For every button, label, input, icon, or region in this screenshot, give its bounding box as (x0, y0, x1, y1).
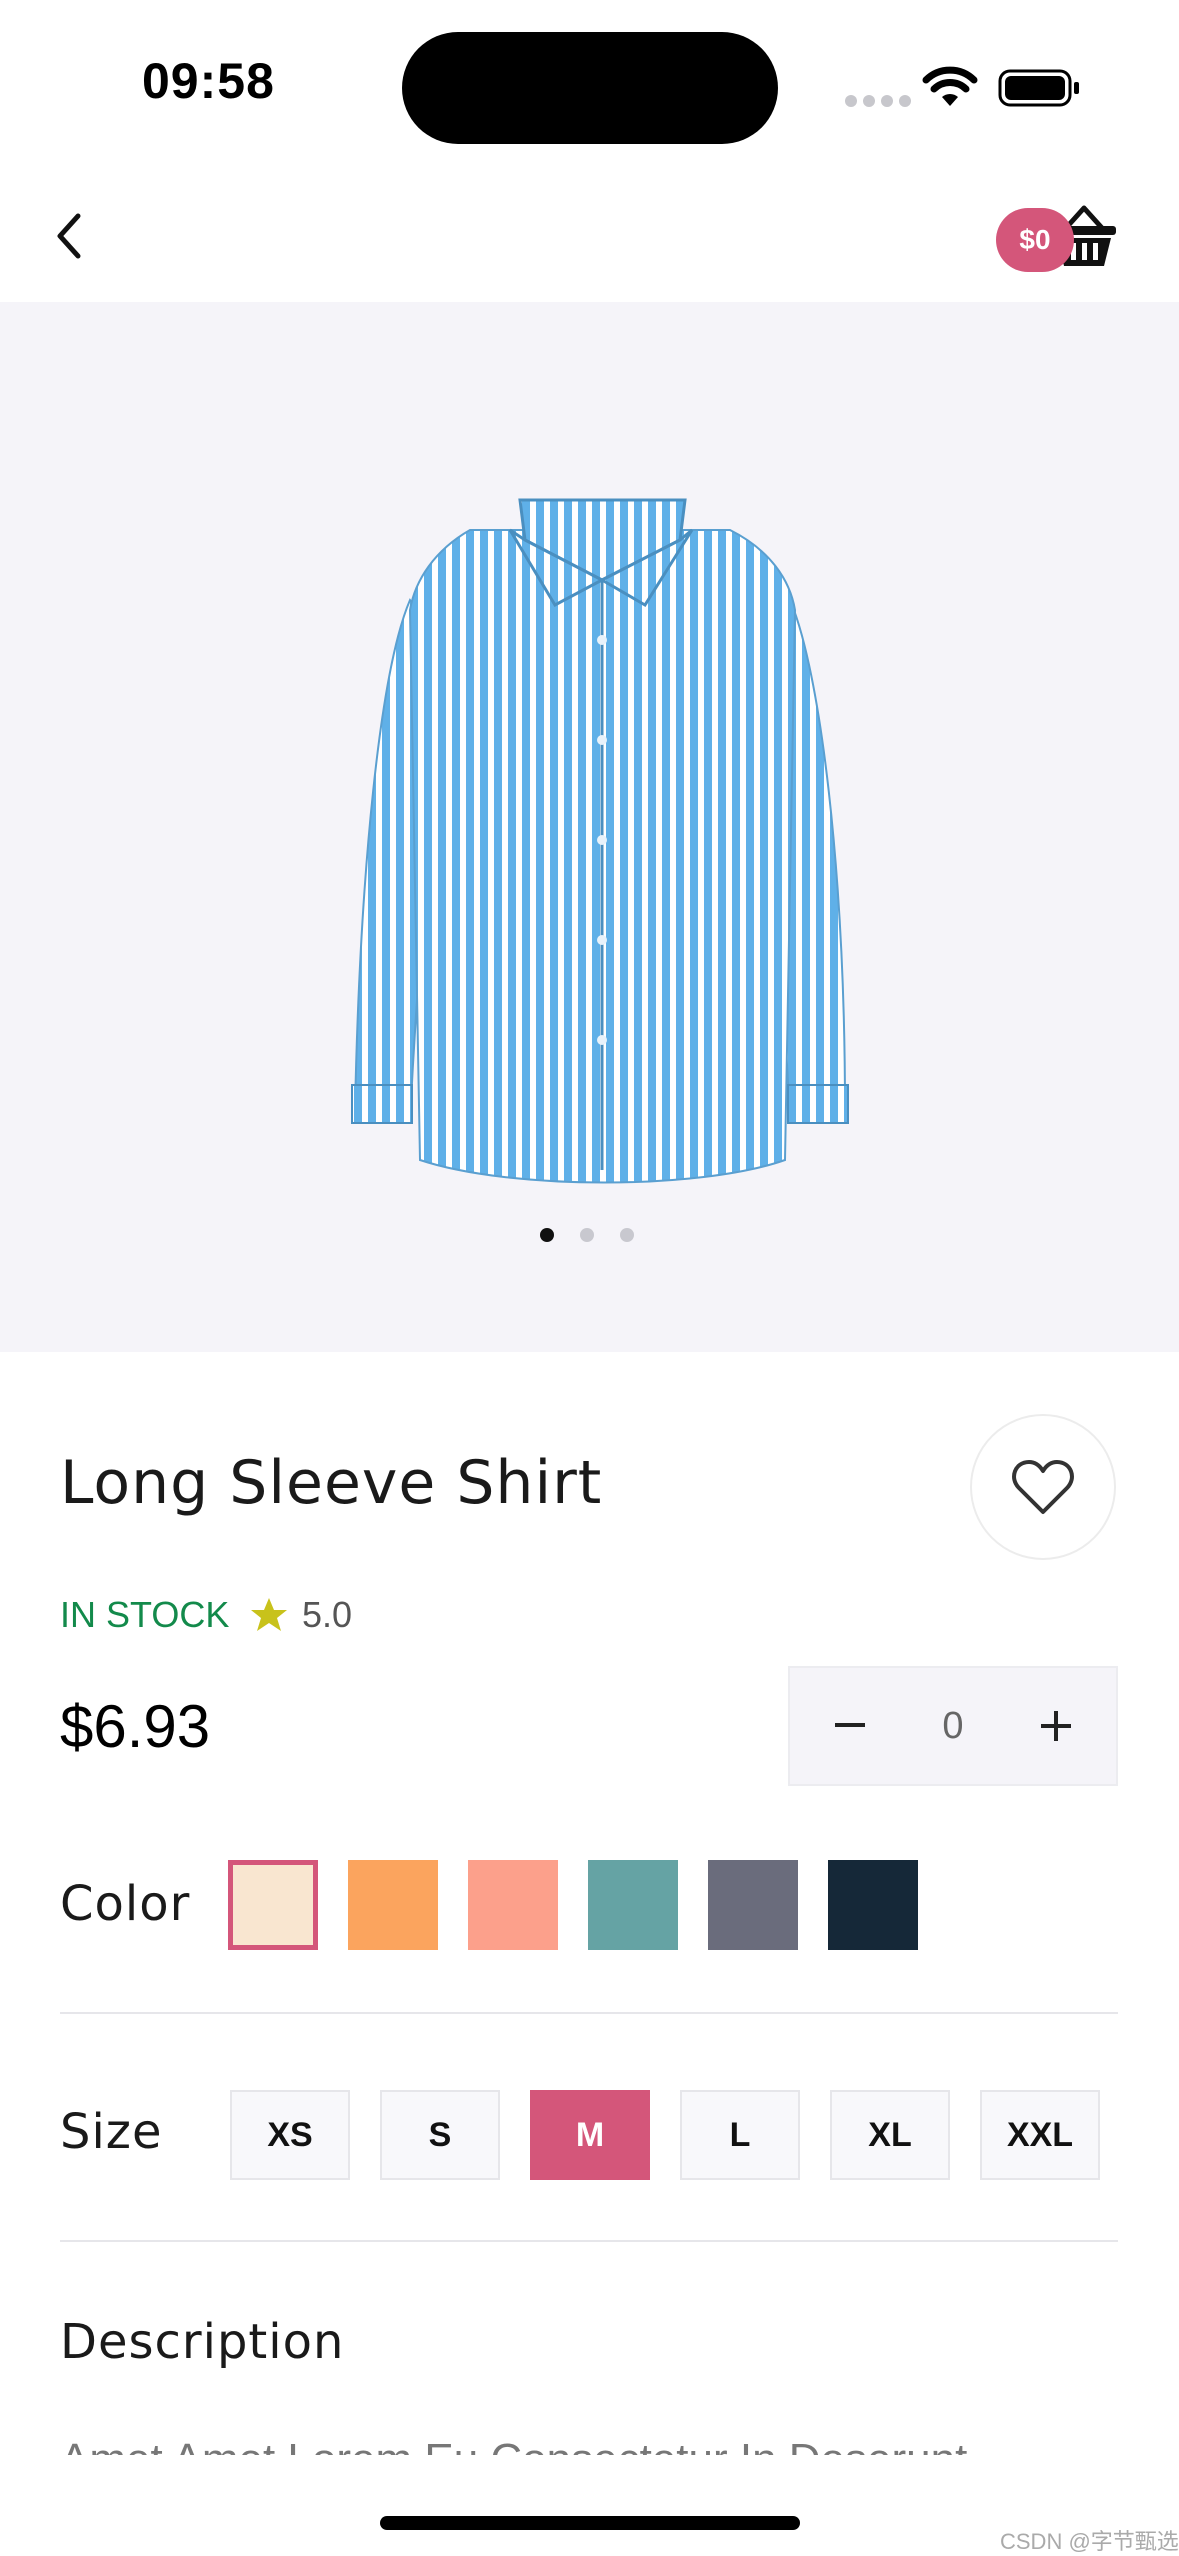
status-time: 09:58 (142, 53, 275, 109)
size-option[interactable]: XL (830, 2090, 950, 2180)
color-swatch[interactable] (228, 1860, 318, 1950)
divider (60, 2240, 1118, 2242)
wifi-icon (922, 66, 978, 106)
rating-value: 5.0 (302, 1594, 353, 1635)
gallery-dot[interactable] (620, 1228, 634, 1242)
size-option[interactable]: XS (230, 2090, 350, 2180)
quantity-value: 0 (942, 1704, 964, 1747)
divider (60, 2012, 1118, 2014)
gallery-dot[interactable] (540, 1228, 554, 1242)
minus-icon (835, 1723, 865, 1727)
color-swatch[interactable] (348, 1860, 438, 1950)
chevron-left-icon (57, 213, 81, 259)
plus-icon (1040, 1711, 1071, 1741)
gallery-dot[interactable] (580, 1228, 594, 1242)
color-options (228, 1860, 918, 1950)
star-icon (251, 1598, 287, 1631)
size-option[interactable]: M (530, 2090, 650, 2180)
favorite-button[interactable] (970, 1414, 1116, 1560)
stock-status: IN STOCK (60, 1594, 230, 1635)
color-swatch[interactable] (588, 1860, 678, 1950)
cellular-signal-icon (845, 95, 911, 107)
back-button[interactable] (48, 206, 108, 276)
dynamic-island (402, 32, 778, 144)
size-option[interactable]: L (680, 2090, 800, 2180)
quantity-stepper: 0 (788, 1666, 1118, 1786)
size-option[interactable]: S (380, 2090, 500, 2180)
home-indicator[interactable] (380, 2516, 800, 2530)
decrement-button[interactable] (820, 1696, 880, 1756)
product-image-shirt (351, 498, 849, 1184)
heart-outline-icon (1012, 1460, 1074, 1514)
size-options: XS S M L XL XXL (230, 2090, 1100, 2180)
size-option[interactable]: XXL (980, 2090, 1100, 2180)
color-swatch[interactable] (828, 1860, 918, 1950)
increment-button[interactable] (1026, 1696, 1086, 1756)
size-label: Size (60, 2104, 163, 2160)
color-label: Color (60, 1876, 191, 1932)
cart-total-badge[interactable]: $0 (996, 208, 1074, 272)
color-swatch[interactable] (468, 1860, 558, 1950)
description-heading: Description (60, 2314, 345, 2370)
product-title: Long Sleeve Shirt (60, 1448, 603, 1518)
gallery-pagination (540, 1228, 634, 1242)
watermark: CSDN @字节甄选 (1000, 2529, 1179, 2554)
battery-icon (998, 69, 1079, 107)
product-price: $6.93 (60, 1693, 211, 1760)
color-swatch[interactable] (708, 1860, 798, 1950)
product-rating: 5.0 (250, 1594, 352, 1636)
